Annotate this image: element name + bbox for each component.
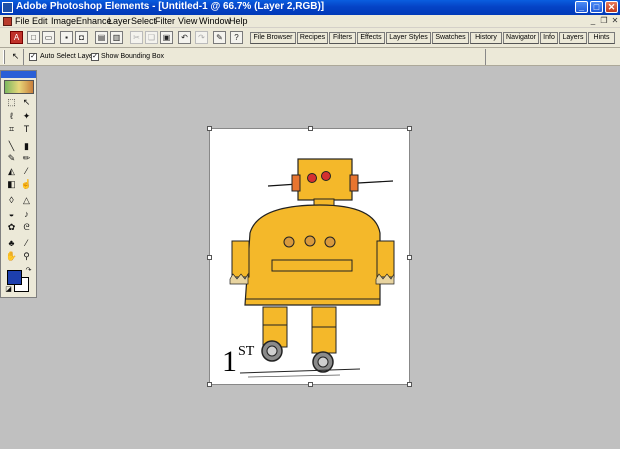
shape-tool-icon[interactable]: ♣ (5, 238, 18, 249)
menu-window[interactable]: Window (199, 16, 231, 26)
eyedropper-tool-icon[interactable]: ⁄ (20, 166, 33, 177)
move-tool-preset-icon[interactable]: ↖ (9, 51, 22, 62)
foreground-color-swatch[interactable] (7, 270, 22, 285)
eraser-tool-icon[interactable]: ◧ (5, 179, 18, 190)
menu-enhance[interactable]: Enhance (76, 16, 112, 26)
gradient-tool-icon[interactable]: ▮ (20, 141, 33, 152)
type-tool-icon[interactable]: T (20, 124, 33, 135)
document-close-button[interactable]: ✕ (610, 16, 620, 26)
show-bounding-box-label: Show Bounding Box (101, 53, 165, 60)
document-canvas[interactable]: 1 ST (207, 126, 412, 387)
bounding-box-handle-right[interactable] (407, 255, 412, 260)
tab-navigator[interactable]: Navigator (503, 32, 539, 44)
bounding-box-handle-bottom[interactable] (308, 382, 313, 387)
pencil-tool-icon[interactable]: ✏ (20, 153, 33, 164)
help-icon[interactable]: ? (230, 31, 243, 44)
document-icon[interactable] (3, 17, 12, 26)
bounding-box-handle-top[interactable] (308, 126, 313, 131)
options-bar: ↖ ✓ Auto Select Layer ✓ Show Bounding Bo… (0, 48, 620, 66)
hand-tool-icon[interactable]: ✋ (5, 251, 18, 262)
tab-filters[interactable]: Filters (329, 32, 356, 44)
zoom-tool-icon[interactable]: ⚲ (20, 251, 33, 262)
stamp-superscript: ST (238, 344, 255, 359)
menu-file[interactable]: File (15, 16, 30, 26)
paint-bucket-tool-icon[interactable]: ◭ (5, 166, 18, 177)
document-restore-button[interactable]: ❐ (599, 16, 609, 26)
shortcuts-bar: A □ ▭ ▪ ◘ ▤ ▥ ✂ ❏ ▣ ↶ ↷ ✎ ? File Browser… (0, 28, 620, 48)
paintbrush-tool-icon[interactable]: ✎ (5, 153, 18, 164)
menu-edit[interactable]: Edit (32, 16, 48, 26)
elements-logo[interactable] (4, 80, 34, 94)
tab-layers[interactable]: Layers (559, 32, 587, 44)
menu-help[interactable]: Help (229, 16, 248, 26)
maximize-button[interactable]: □ (590, 1, 603, 13)
options-divider (23, 49, 24, 65)
menu-view[interactable]: View (178, 16, 197, 26)
sponge-tool-icon[interactable]: ◒ (5, 209, 18, 220)
pattern-stamp-tool-icon[interactable]: ᘓ (20, 222, 33, 233)
quick-fix-icon[interactable]: ✎ (213, 31, 226, 44)
marquee-tool-icon[interactable]: ⬚ (5, 97, 18, 108)
magic-wand-tool-icon[interactable]: ✦ (20, 111, 33, 122)
window-title: Adobe Photoshop Elements - [Untitled-1 @… (16, 1, 325, 12)
tab-history[interactable]: History (470, 32, 502, 44)
open-file-icon[interactable]: ▭ (42, 31, 55, 44)
bounding-box-handle-top-left[interactable] (207, 126, 212, 131)
tab-hints[interactable]: Hints (588, 32, 615, 44)
tab-recipes[interactable]: Recipes (297, 32, 328, 44)
stamp-number: 1 (222, 345, 237, 378)
blur-tool-icon[interactable]: ◊ (5, 195, 18, 206)
menu-layer[interactable]: Layer (108, 16, 131, 26)
swap-colors-icon[interactable]: ↷ (24, 267, 33, 275)
paste-icon[interactable]: ▣ (160, 31, 173, 44)
cut-icon[interactable]: ✂ (130, 31, 143, 44)
bounding-box-handle-bottom-left[interactable] (207, 382, 212, 387)
options-bar-grip[interactable] (3, 50, 5, 64)
menu-bar: File Edit Image Enhance Layer Select Fil… (0, 15, 620, 28)
menu-image[interactable]: Image (51, 16, 76, 26)
photoshop-elements-app-icon[interactable] (2, 2, 13, 13)
auto-select-layer-checkbox[interactable]: ✓ (29, 53, 37, 61)
clone-stamp-tool-icon[interactable]: ✿ (5, 222, 18, 233)
default-colors-icon[interactable]: ◪ (4, 286, 13, 294)
menu-select[interactable]: Select (131, 16, 156, 26)
sharpen-tool-icon[interactable]: △ (20, 195, 33, 206)
smudge-tool-icon[interactable]: ☝ (20, 179, 33, 190)
step-backward-icon[interactable]: ↶ (178, 31, 191, 44)
auto-select-layer-label: Auto Select Layer (40, 53, 96, 60)
tab-swatches[interactable]: Swatches (432, 32, 469, 44)
bounding-box-handle-bottom-right[interactable] (407, 382, 412, 387)
bounding-box-handle-top-right[interactable] (407, 126, 412, 131)
tab-layer-styles[interactable]: Layer Styles (386, 32, 431, 44)
tab-effects[interactable]: Effects (357, 32, 385, 44)
line-tool-icon[interactable]: ╲ (5, 141, 18, 152)
toolbox-title-bar[interactable] (1, 71, 36, 78)
document-minimize-button[interactable]: _ (588, 16, 598, 26)
lasso-tool-icon[interactable]: ℓ (5, 111, 18, 122)
copy-icon[interactable]: ❏ (145, 31, 158, 44)
options-divider-right (485, 49, 486, 65)
step-forward-icon[interactable]: ↷ (195, 31, 208, 44)
title-bar: Adobe Photoshop Elements - [Untitled-1 @… (0, 0, 620, 15)
dodge-tool-icon[interactable]: ♪ (20, 209, 33, 220)
tab-info[interactable]: Info (540, 32, 558, 44)
robot-illustration: 1 ST (222, 158, 395, 378)
crop-tool-icon[interactable]: ⌗ (5, 124, 18, 135)
menu-filter[interactable]: Filter (155, 16, 175, 26)
tab-file-browser[interactable]: File Browser (250, 32, 296, 44)
show-bounding-box-checkbox[interactable]: ✓ (91, 53, 99, 61)
color-sampler-tool-icon[interactable]: ⁄ (20, 238, 33, 249)
new-file-icon[interactable]: □ (27, 31, 40, 44)
print-preview-icon[interactable]: ▥ (110, 31, 123, 44)
adobe-online-icon[interactable]: A (10, 31, 23, 44)
save-icon[interactable]: ▪ (60, 31, 73, 44)
toolbox: ⬚ ↖ ℓ ✦ ⌗ T ╲ ▮ ✎ ✏ ◭ ⁄ ◧ ☝ ◊ △ ◒ ♪ ✿ ᘓ … (0, 70, 37, 298)
move-tool-icon[interactable]: ↖ (20, 97, 33, 108)
close-button[interactable]: ✕ (605, 1, 618, 13)
print-icon[interactable]: ▤ (95, 31, 108, 44)
bounding-box-handle-left[interactable] (207, 255, 212, 260)
save-for-web-icon[interactable]: ◘ (75, 31, 88, 44)
minimize-button[interactable]: _ (575, 1, 588, 13)
